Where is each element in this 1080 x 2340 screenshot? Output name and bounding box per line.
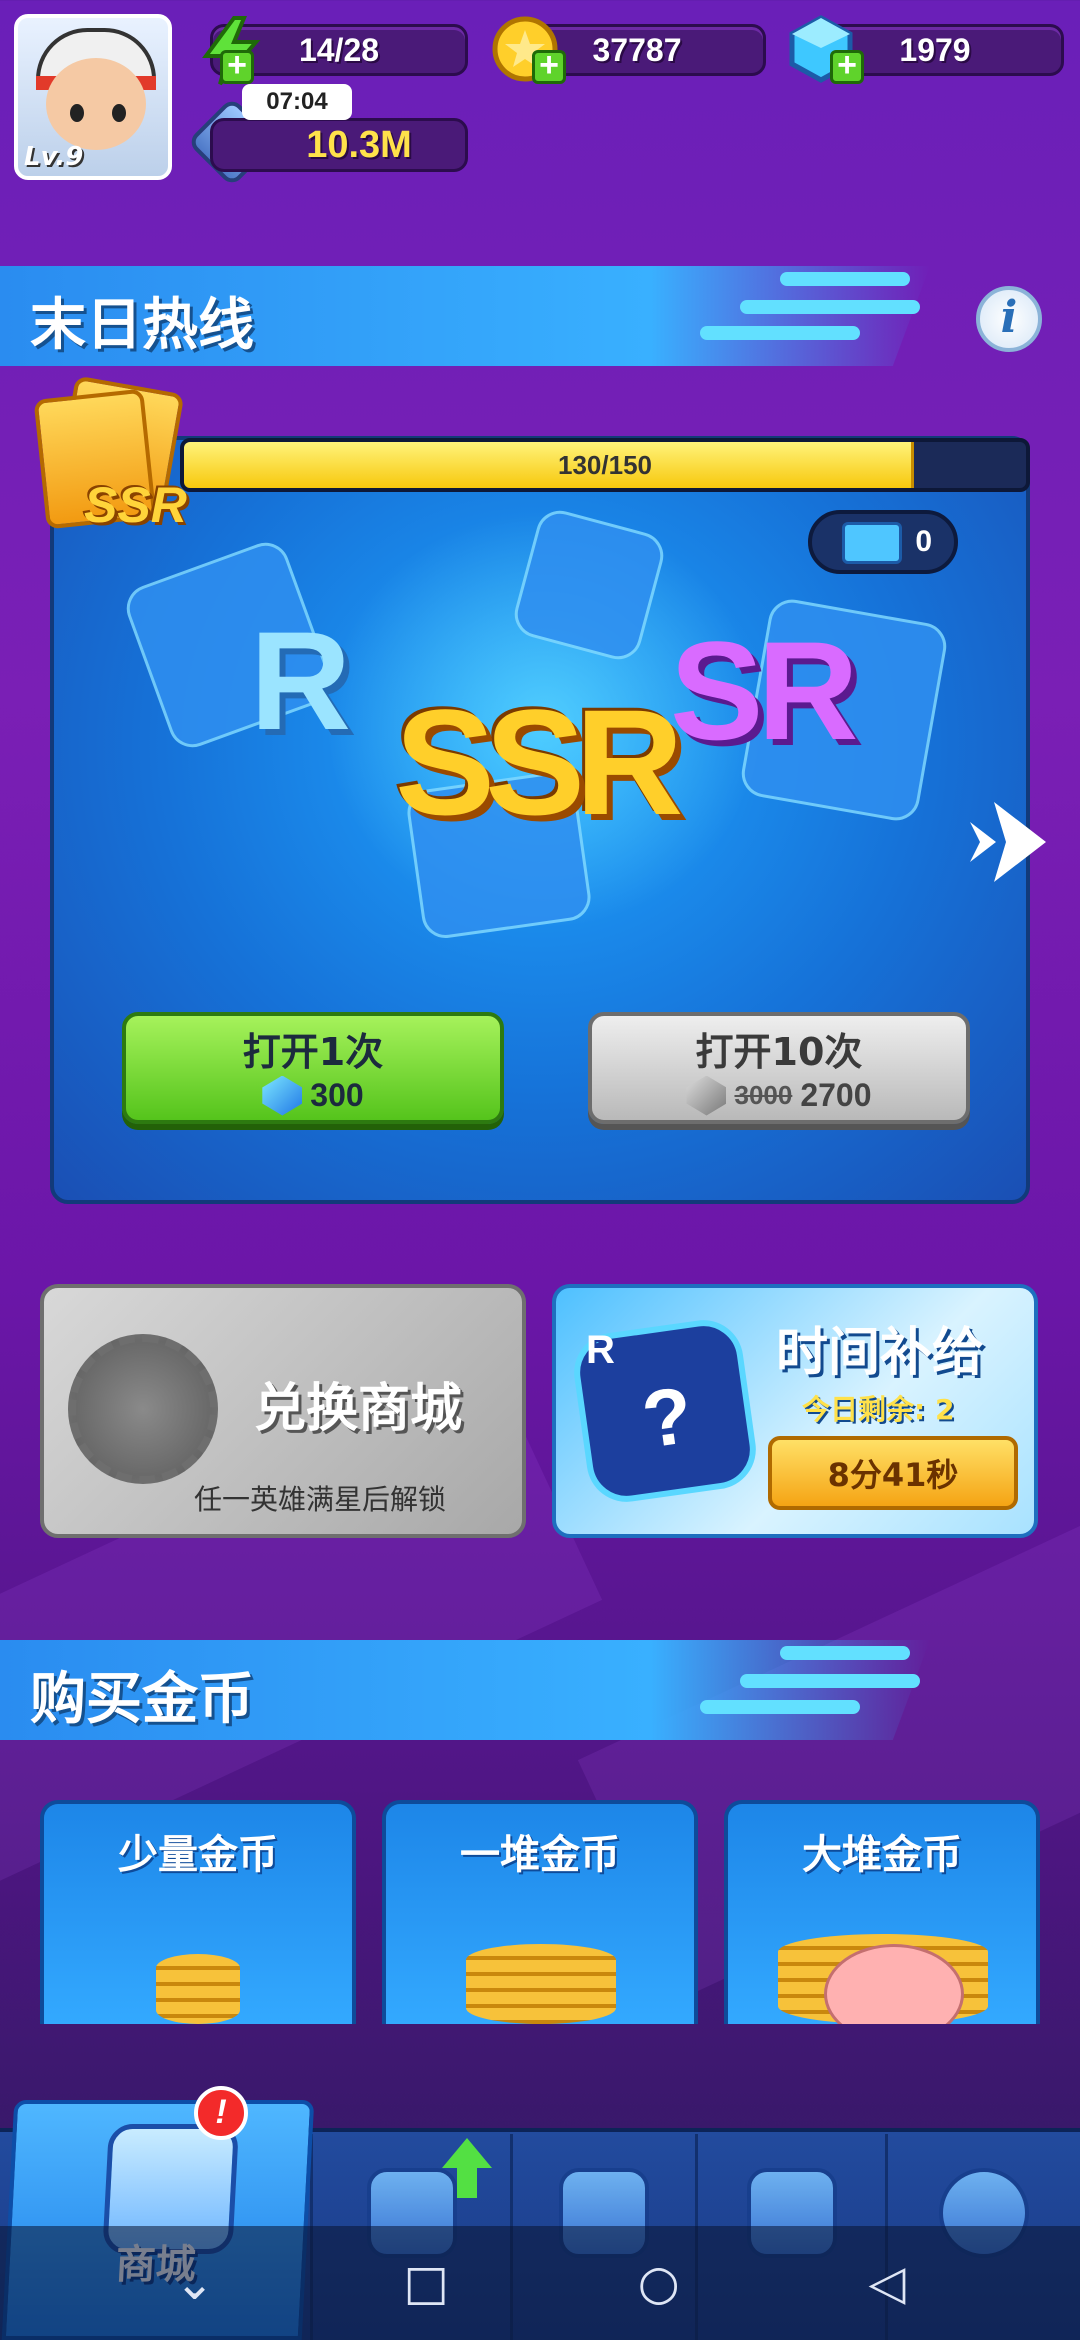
- time-supply-rarity: R: [586, 1328, 615, 1372]
- recents-icon[interactable]: □: [404, 2255, 449, 2311]
- time-supply-remaining: 今日剩余: 2: [802, 1393, 955, 1426]
- coin-pack-medium[interactable]: 一堆金币: [382, 1800, 698, 2024]
- buy-coins-title: 购买金币: [30, 1667, 254, 1732]
- player-level: Lv.9: [24, 142, 84, 172]
- ticket-counter: 0: [808, 510, 958, 574]
- exchange-shop-card[interactable]: 兑换商城 任一英雄满星后解锁: [40, 1284, 526, 1538]
- gem-value: 1979: [899, 31, 971, 68]
- exchange-subtitle: 任一英雄满星后解锁: [194, 1483, 447, 1516]
- coin-pile-icon: [466, 1944, 616, 2024]
- ssr-badge-label: SSR: [84, 477, 187, 533]
- rarity-r: R: [250, 602, 351, 759]
- ticket-icon: [842, 522, 902, 564]
- time-supply-card[interactable]: ? R 时间补给 今日剩余: 2 8分41秒: [552, 1284, 1038, 1538]
- open-ten-old-price: 3000: [734, 1080, 793, 1110]
- rarity-sr: SR: [670, 612, 859, 769]
- gacha-title: 末日热线: [30, 293, 254, 358]
- add-gems-button[interactable]: +: [830, 48, 864, 84]
- energy-timer: 07:04: [242, 84, 352, 120]
- coin-pack-small[interactable]: 少量金币: [40, 1800, 356, 2024]
- coin-value: 37787: [592, 31, 682, 68]
- open-once-price: 300: [310, 1077, 364, 1113]
- energy-value: 14/28: [298, 31, 380, 68]
- coin-pack-label: 少量金币: [118, 1832, 278, 1878]
- coin-pack-large[interactable]: 大堆金币: [724, 1800, 1040, 2024]
- back-icon[interactable]: ◁: [869, 2255, 906, 2311]
- rarity-ssr: SSR: [395, 678, 683, 846]
- power-counter: 10.3M: [210, 118, 468, 172]
- gem-icon: [686, 1075, 727, 1116]
- add-coins-button[interactable]: +: [532, 48, 566, 84]
- locked-medal-icon: [68, 1334, 218, 1484]
- system-nav-bar: ⌄ □ ○ ◁: [0, 2226, 1080, 2340]
- coin-stack-icon: [156, 1954, 240, 2024]
- collapse-icon[interactable]: ⌄: [174, 2255, 214, 2311]
- open-once-label: 打开1次: [242, 1029, 384, 1074]
- gacha-progress-bar: 130/150: [180, 438, 1030, 492]
- alert-badge: !: [194, 2086, 248, 2140]
- next-arrow-icon[interactable]: [966, 782, 1056, 902]
- gacha-progress-text: 130/150: [558, 450, 652, 480]
- player-avatar[interactable]: Lv.9: [14, 14, 172, 180]
- ssr-reward-badge[interactable]: SSR: [33, 375, 204, 544]
- gem-icon: [262, 1075, 303, 1116]
- open-ten-price: 2700: [800, 1077, 872, 1113]
- time-supply-title: 时间补给: [776, 1323, 985, 1383]
- ticket-value: 0: [915, 525, 932, 558]
- add-energy-button[interactable]: +: [220, 48, 254, 84]
- info-button[interactable]: i: [976, 286, 1042, 352]
- exchange-title: 兑换商城: [254, 1379, 463, 1439]
- coin-pack-label: 一堆金币: [460, 1832, 620, 1878]
- coin-pack-label: 大堆金币: [802, 1832, 962, 1878]
- home-icon[interactable]: ○: [638, 2255, 680, 2311]
- open-ten-label: 打开10次: [695, 1029, 863, 1074]
- open-ten-button[interactable]: 打开10次 3000 2700: [588, 1012, 970, 1124]
- time-supply-countdown-button[interactable]: 8分41秒: [768, 1436, 1018, 1510]
- open-once-button[interactable]: 打开1次 300: [122, 1012, 504, 1124]
